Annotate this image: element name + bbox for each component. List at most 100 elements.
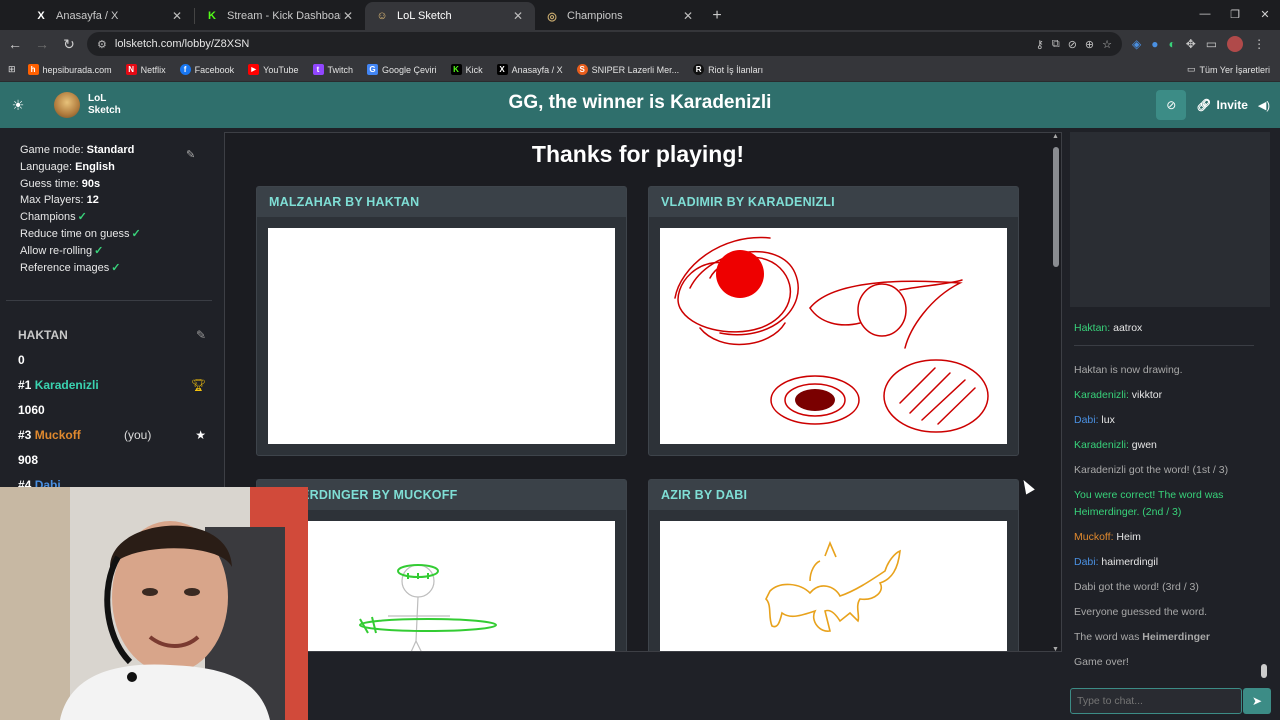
puzzle-icon[interactable]: ✥ xyxy=(1186,37,1196,51)
chat-correct-message: You were correct! The word was Heimerdin… xyxy=(1074,489,1224,518)
maximize-icon[interactable]: ❐ xyxy=(1220,0,1250,28)
close-window-icon[interactable]: ✕ xyxy=(1250,0,1280,28)
champions-icon: ◎ xyxy=(547,10,557,23)
key-icon[interactable]: ⚷ xyxy=(1036,38,1044,51)
bookmark-label: SNIPER Lazerli Mer... xyxy=(591,64,680,75)
bookmark-item[interactable]: f Facebook xyxy=(179,64,234,75)
logo-text[interactable]: LoL Sketch xyxy=(88,93,121,117)
chat-username: Dabi: xyxy=(1074,555,1099,568)
webcam-overlay xyxy=(0,487,308,720)
hide-eye-button[interactable]: ⊘ xyxy=(1156,90,1187,120)
setting-max-players: Max Players: 12 xyxy=(20,192,222,209)
chat-scrollbar[interactable] xyxy=(1261,312,1267,684)
setting-reference-images: Reference images ✓ xyxy=(20,260,222,277)
scrollbar-thumb[interactable] xyxy=(1053,147,1059,267)
lolsketch-logo[interactable] xyxy=(54,92,80,118)
invite-button[interactable]: 🔗︎ Invite xyxy=(1196,98,1248,112)
extension-icon[interactable]: ◈ xyxy=(1132,37,1141,51)
bookmark-item[interactable]: G Google Çeviri xyxy=(367,64,437,75)
chat-system-message: The word was Heimerdinger xyxy=(1074,629,1260,646)
chat-username: Karadenizli: xyxy=(1074,439,1129,451)
bookmark-star-icon[interactable]: ☆ xyxy=(1102,38,1112,51)
drawing-card-title: MALZAHAR BY HAKTAN xyxy=(257,187,626,217)
speaker-icon[interactable]: ◀) xyxy=(1258,99,1270,112)
chat-system-message: Dabi got the word! (3rd / 3) xyxy=(1074,580,1199,593)
bookmark-label: YouTube xyxy=(263,64,299,75)
player-name: HAKTAN xyxy=(18,327,68,342)
close-tab-icon[interactable]: ✕ xyxy=(170,9,184,23)
back-arrow-icon[interactable]: ← xyxy=(3,32,27,56)
sidebar-icon[interactable]: ▭ xyxy=(1206,37,1217,51)
bookmark-item[interactable]: K Kick xyxy=(450,64,483,75)
chat-username: Haktan: xyxy=(1074,322,1111,334)
drawing-card-title: HEIMERDINGER BY MUCKOFF xyxy=(257,480,626,510)
edit-pencil-icon[interactable]: ✎ xyxy=(186,148,195,161)
setting-champions: Champions ✓ xyxy=(20,209,222,226)
minimize-icon[interactable]: — xyxy=(1190,0,1220,28)
close-tab-icon[interactable]: ✕ xyxy=(681,9,695,23)
setting-value: Standard xyxy=(86,144,135,156)
extension-icon[interactable]: ● xyxy=(1151,37,1158,51)
chat-username: Muckoff: xyxy=(1074,530,1114,543)
twitch-icon: t xyxy=(312,64,324,75)
tab-title: Anasayfa / X xyxy=(56,10,119,22)
eye-off-icon[interactable]: ⊘ xyxy=(1068,38,1077,51)
browser-tab[interactable]: K Stream - Kick Dashboard ✕ xyxy=(195,2,365,30)
azir-sketch xyxy=(765,540,901,632)
browser-tab[interactable]: ◎ Champions ✕ xyxy=(535,2,705,30)
link-icon: 🔗︎ xyxy=(1196,98,1212,112)
drawing-card: MALZAHAR BY HAKTAN xyxy=(256,186,627,456)
browser-tab-active[interactable]: ☺ LoL Sketch ✕ xyxy=(365,2,535,30)
bookmark-item[interactable]: X Anasayfa / X xyxy=(496,64,563,75)
chat-text: aatrox xyxy=(1110,322,1143,334)
apps-icon[interactable]: ⊞ xyxy=(8,64,16,75)
sniper-icon: S xyxy=(576,64,588,75)
menu-kebab-icon[interactable]: ⋮ xyxy=(1253,37,1265,51)
bookmark-label: Netflix xyxy=(140,64,166,75)
player-rank: #1 xyxy=(18,377,32,392)
bookmark-item[interactable]: t Twitch xyxy=(312,64,353,75)
player-score: 908 xyxy=(18,452,39,467)
send-button[interactable]: ➤ xyxy=(1243,688,1271,714)
translate-icon[interactable]: ⧉ xyxy=(1052,38,1060,51)
bookmark-item[interactable]: h hepsiburada.com xyxy=(27,64,112,75)
bookmark-item[interactable]: ▶ YouTube xyxy=(248,64,299,75)
player-name: Muckoff xyxy=(34,427,81,442)
forward-arrow-icon[interactable]: → xyxy=(30,32,54,56)
bookmark-item[interactable]: S SNIPER Lazerli Mer... xyxy=(576,64,680,75)
setting-label: Max Players: xyxy=(20,194,84,207)
url-input[interactable]: ⚙ lolsketch.com/lobby/Z8XSN ⚷ ⧉ ⊘ ⊕ ☆ xyxy=(87,32,1122,56)
chat-divider xyxy=(1074,345,1254,346)
stage-scrollbar[interactable]: ▲ ▼ xyxy=(1052,133,1059,651)
bookmark-item[interactable]: R Riot İş İlanları xyxy=(693,64,763,75)
streamer-webcam-image xyxy=(0,487,308,720)
bookmark-item[interactable]: N Netflix xyxy=(125,64,166,75)
chat-text: gwen xyxy=(1128,439,1157,451)
setting-label: Reduce time on guess xyxy=(20,227,130,240)
new-tab-button[interactable]: + xyxy=(705,2,729,30)
close-tab-icon[interactable]: ✕ xyxy=(511,9,525,23)
zoom-icon[interactable]: ⊕ xyxy=(1085,38,1094,51)
scrollbar-thumb[interactable] xyxy=(1261,664,1267,678)
setting-label: Champions xyxy=(20,211,76,224)
setting-allow-rerolling: Allow re-rolling ✓ xyxy=(20,243,222,260)
chat-message: Haktan: aatrox xyxy=(1074,320,1260,337)
close-tab-icon[interactable]: ✕ xyxy=(341,9,355,23)
chat-system-message: Game over! xyxy=(1074,655,1129,668)
browser-tab[interactable]: X Anasayfa / X ✕ xyxy=(24,2,194,30)
scroll-up-icon[interactable]: ▲ xyxy=(1052,133,1059,140)
all-bookmarks-button[interactable]: ▭ Tüm Yer İşaretleri xyxy=(1187,64,1270,75)
chat-input[interactable] xyxy=(1070,688,1242,714)
extension-icon[interactable]: ◐ xyxy=(1168,37,1175,51)
theme-toggle-sun-icon[interactable]: ☀ xyxy=(0,97,36,114)
chat-text: haimerdingil xyxy=(1098,555,1159,568)
site-info-icon[interactable]: ⚙ xyxy=(97,38,107,51)
profile-avatar[interactable] xyxy=(1227,36,1244,52)
setting-label: Guess time: xyxy=(20,177,79,190)
chat-username: Karadenizli: xyxy=(1074,389,1129,401)
scroll-down-icon[interactable]: ▼ xyxy=(1052,646,1059,651)
reload-icon[interactable]: ↻ xyxy=(57,32,81,56)
chat-system-message: Haktan is now drawing. xyxy=(1074,364,1183,376)
drawing-canvas xyxy=(660,228,1007,444)
kick-icon: K xyxy=(450,64,462,75)
